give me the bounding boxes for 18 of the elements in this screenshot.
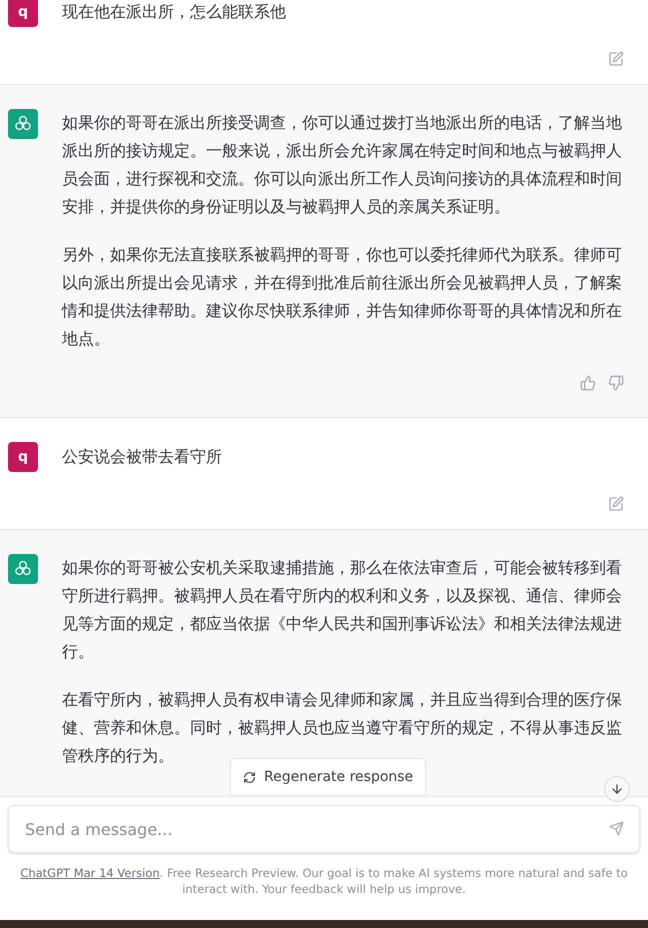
footer-text: ChatGPT Mar 14 Version. Free Research Preview. Our goal is to make AI systems more natural and safe to interact with. Your feedback will help us improve. — [19, 865, 629, 897]
message-text: 如果你的哥哥被公安机关采取逮捕措施，那么在依法审查后，可能会被转移到看守所进行羁押。被羁押人员在看守所内的权利和义务，以及探视、通信、律师会见等方面的规定，都应当依据《中华人民共和国刑事诉讼法》和相关法律法规进行。 — [62, 557, 623, 663]
user-avatar: q — [8, 442, 38, 472]
message-text: 另外，如果你无法直接联系被羁押的哥哥，你也可以委托律师代为联系。律师可以向派出所提出会见请求，并在得到批准后前往派出所会见被羁押人员，了解案情和提供法律帮助。建议你尽快联系律师，并告知律师你哥哥的具体情况和所在地点。 — [62, 244, 623, 350]
send-icon[interactable] — [609, 821, 624, 836]
refresh-icon — [243, 770, 256, 784]
edit-icon[interactable] — [608, 496, 624, 512]
edit-icon[interactable] — [608, 51, 624, 67]
message-text: 公安说会被带去看守所 — [62, 446, 223, 468]
message-text: 如果你的哥哥在派出所接受调查，你可以通过拨打当地派出所的电话，了解当地派出所的接访规定。一般来说，派出所会允许家属在特定时间和地点与被羁押人员会面，进行探视和交流。你可以向派出所工作人员询问接访的具体流程和时间安排，并提供你的身份证明以及与被羁押人员的亲属关系证明。 — [62, 112, 623, 218]
thumbs-down-icon[interactable] — [608, 375, 624, 391]
message-input[interactable]: Send a message... — [8, 805, 640, 853]
user-avatar: q — [8, 0, 38, 27]
arrow-down-icon — [610, 782, 624, 796]
thumbs-up-icon[interactable] — [580, 375, 596, 391]
message-text: 现在他在派出所，怎么能联系他 — [62, 1, 287, 23]
regenerate-button[interactable]: Regenerate response — [230, 758, 426, 796]
version-link[interactable]: ChatGPT Mar 14 Version — [20, 866, 160, 880]
